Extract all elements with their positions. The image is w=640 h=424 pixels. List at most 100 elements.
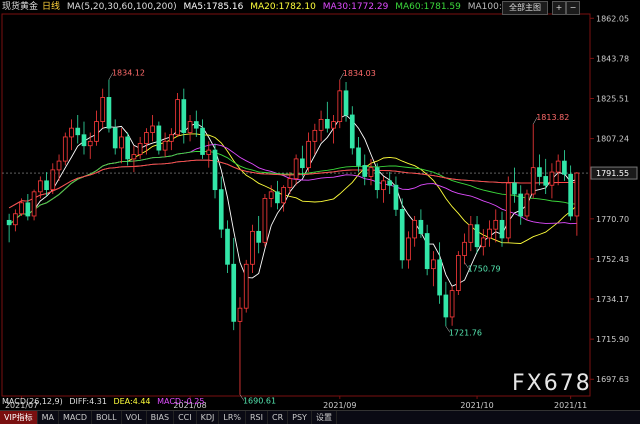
candle-up	[19, 202, 24, 215]
y-tick-label: 1697.63	[596, 375, 629, 384]
candle-down	[437, 259, 442, 296]
tab-cci[interactable]: CCI	[174, 411, 197, 424]
ma-settings-label[interactable]: MA(5,20,30,60,100,200)	[67, 2, 177, 12]
candle-up	[406, 237, 411, 261]
chart-header: 现货黄金 日线 MA(5,20,30,60,100,200) MA5:1785.1…	[2, 1, 537, 14]
symbol-label[interactable]: 现货黄金	[2, 2, 38, 12]
candle-up	[250, 230, 255, 265]
candle-down	[387, 180, 393, 186]
candle-up	[162, 140, 168, 151]
macd-value: MACD:-0.25	[157, 397, 205, 406]
candle-up	[318, 118, 324, 131]
candle-down	[543, 176, 549, 186]
candle-down	[225, 228, 230, 265]
candle-down	[343, 90, 349, 116]
candle-down	[256, 230, 262, 243]
price-annotation: 1721.76	[449, 328, 482, 337]
macd-label: MACD(26,12,9)	[2, 397, 63, 406]
candle-up	[524, 193, 530, 217]
ma-line-ma200	[8, 159, 577, 209]
tab-settings[interactable]: 设置	[312, 411, 337, 424]
candle-up	[449, 290, 455, 318]
x-tick-label: 2021/09	[323, 401, 356, 410]
candle-down	[112, 127, 118, 149]
tab-psy[interactable]: PSY	[288, 411, 312, 424]
candle-down	[349, 114, 355, 149]
watermark: FX678	[512, 371, 592, 396]
macd-diff: DIFF:4.31	[69, 397, 107, 406]
candle-down	[106, 97, 112, 129]
candle-down	[300, 158, 305, 169]
zoom-in-icon[interactable]: +	[552, 1, 566, 15]
candle-up	[206, 149, 212, 155]
tab-rsi[interactable]: RSI	[246, 411, 268, 424]
tab-macd[interactable]: MACD	[59, 411, 93, 424]
candle-up	[306, 140, 311, 169]
candle-down	[518, 193, 524, 217]
y-tick-label: 1752.43	[596, 255, 629, 264]
tab-vol[interactable]: VOL	[122, 411, 147, 424]
candle-up	[431, 259, 436, 270]
candle-down	[362, 165, 368, 177]
candle-up	[281, 187, 286, 204]
macd-readout: MACD(26,12,9) DIFF:4.31 DEA:4.44 MACD:-0…	[2, 396, 208, 408]
y-tick-label: 1715.90	[596, 335, 629, 344]
main-chart-button[interactable]: 全部主图	[502, 1, 548, 15]
tab-kdj[interactable]: KDJ	[197, 411, 220, 424]
candle-up	[13, 213, 18, 226]
candle-down	[275, 191, 280, 204]
candle-down	[499, 219, 505, 239]
candle-down	[393, 184, 399, 210]
candle-down	[443, 294, 449, 318]
tab-bias[interactable]: BIAS	[147, 411, 175, 424]
candle-up	[62, 136, 68, 162]
tab-lr[interactable]: LR%	[219, 411, 246, 424]
candle-down	[44, 180, 49, 191]
y-tick-label: 1807.24	[596, 135, 629, 144]
candle-up	[137, 143, 143, 155]
y-tick-label: 1770.70	[596, 215, 629, 224]
candle-up	[87, 140, 93, 147]
candle-down	[356, 147, 361, 166]
candle-down	[562, 160, 567, 175]
candle-up	[131, 154, 137, 160]
candle-up	[331, 121, 336, 129]
ma-line-ma100	[8, 159, 577, 209]
candle-up	[462, 241, 467, 256]
candle-down	[156, 125, 162, 151]
candle-down	[418, 219, 424, 234]
candle-down	[537, 167, 542, 177]
candle-up	[530, 167, 536, 195]
period-label[interactable]: 日线	[42, 2, 60, 12]
price-annotation: 1690.61	[243, 397, 276, 406]
candle-down	[181, 99, 187, 133]
candle-down	[218, 189, 224, 230]
candle-down	[200, 127, 205, 155]
candle-up	[381, 180, 386, 191]
y-tick-label: 1862.05	[596, 14, 629, 23]
candle-up	[31, 191, 37, 217]
zoom-out-icon[interactable]: −	[566, 1, 580, 15]
ma-line-ma30	[8, 143, 577, 226]
candle-up	[368, 167, 374, 177]
candle-down	[6, 219, 12, 226]
candle-down	[25, 202, 31, 217]
candle-up	[69, 127, 74, 138]
y-tick-label: 1825.51	[596, 95, 629, 104]
candle-down	[424, 233, 430, 270]
candle-down	[125, 136, 130, 160]
tab-boll[interactable]: BOLL	[92, 411, 122, 424]
tab-vip[interactable]: VIP指标	[0, 411, 38, 424]
ma-line-ma20	[8, 133, 578, 244]
candle-down	[81, 134, 87, 147]
candle-down	[568, 173, 573, 217]
candle-up	[187, 121, 193, 133]
candle-up	[555, 160, 561, 173]
candle-down	[399, 208, 405, 261]
ma60-value: MA60:1781.59	[395, 2, 461, 12]
candle-up	[169, 134, 174, 142]
candle-up	[312, 129, 318, 142]
tab-cr[interactable]: CR	[268, 411, 289, 424]
tab-ma[interactable]: MA	[38, 411, 60, 424]
candle-up	[100, 97, 106, 122]
